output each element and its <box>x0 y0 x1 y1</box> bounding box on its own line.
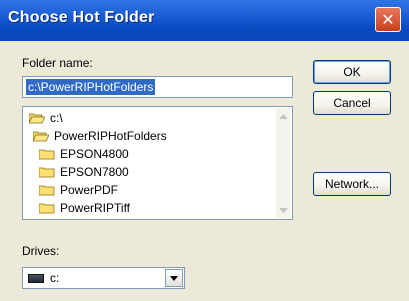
folder-icon <box>39 149 55 160</box>
folder-item-epson7800[interactable]: EPSON7800 <box>39 163 129 181</box>
cancel-button-label: Cancel <box>333 96 371 110</box>
close-button[interactable]: ✕ <box>375 7 401 32</box>
ok-button[interactable]: OK <box>313 60 391 84</box>
open-folder-icon <box>29 113 45 124</box>
chevron-down-icon[interactable] <box>165 269 183 287</box>
folder-name-input[interactable]: c:\PowerRIPHotFolders <box>22 76 293 98</box>
folder-item-powerriptiff[interactable]: PowerRIPTiff <box>39 199 130 217</box>
folder-item-epson4800[interactable]: EPSON4800 <box>39 145 129 163</box>
folder-item-powerpdf[interactable]: PowerPDF <box>39 181 118 199</box>
folder-list-scrollbar[interactable] <box>276 108 291 218</box>
drives-select[interactable]: c: <box>22 267 185 289</box>
drives-label: Drives: <box>22 244 60 258</box>
folder-item-label: PowerPDF <box>60 183 119 197</box>
folder-item-label: PowerRIPHotFolders <box>54 129 167 143</box>
folder-item-label: EPSON7800 <box>60 165 129 179</box>
close-icon: ✕ <box>381 9 395 29</box>
network-button-label: Network... <box>324 177 379 191</box>
folder-item-powerriphotfolders[interactable]: PowerRIPHotFolders <box>33 127 167 145</box>
folder-tree-list[interactable]: c:\ PowerRIPHotFolders EPSON4800 EPSON78… <box>22 106 293 220</box>
folder-item-drive-root[interactable]: c:\ <box>29 109 63 127</box>
folder-item-label: PowerRIPTiff <box>60 201 131 215</box>
window-title: Choose Hot Folder <box>8 9 155 26</box>
scroll-up-arrow-icon[interactable] <box>276 108 291 123</box>
network-button[interactable]: Network... <box>313 172 391 196</box>
folder-name-value: c:\PowerRIPHotFolders <box>26 79 156 95</box>
drive-icon <box>28 274 44 283</box>
cancel-button[interactable]: Cancel <box>313 91 391 115</box>
title-bar[interactable]: Choose Hot Folder ✕ <box>0 0 409 41</box>
scroll-down-arrow-icon[interactable] <box>276 203 291 218</box>
folder-name-label: Folder name: <box>22 56 93 70</box>
folder-icon <box>39 167 55 178</box>
folder-item-label: c:\ <box>50 111 63 125</box>
choose-hot-folder-dialog: Choose Hot Folder ✕ Folder name: c:\Powe… <box>0 0 409 301</box>
ok-button-label: OK <box>343 65 361 79</box>
folder-icon <box>39 185 55 196</box>
open-folder-icon <box>33 131 49 142</box>
drives-selected-value: c: <box>50 271 60 285</box>
folder-icon <box>39 203 55 214</box>
folder-item-label: EPSON4800 <box>60 147 129 161</box>
